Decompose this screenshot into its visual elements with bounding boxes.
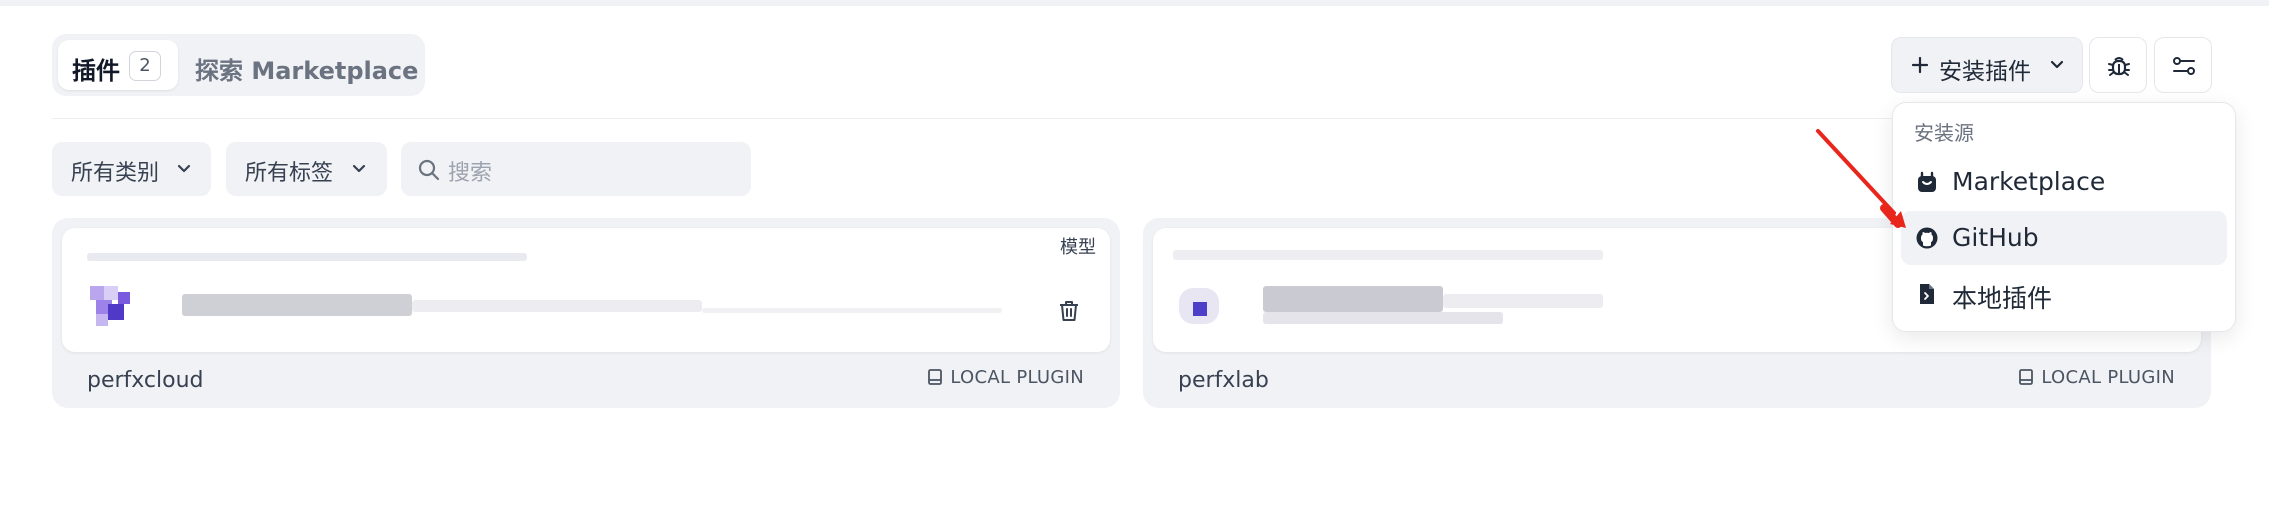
menu-item-github[interactable]: GitHub bbox=[1901, 211, 2227, 265]
search-icon bbox=[418, 159, 440, 181]
plugin-count-badge: 2 bbox=[129, 51, 161, 81]
debug-button[interactable] bbox=[2089, 37, 2147, 93]
divider bbox=[52, 118, 2214, 119]
plugin-icon bbox=[90, 286, 130, 326]
tags-filter[interactable]: 所有标签 bbox=[226, 142, 387, 196]
plugin-card-body[interactable]: 模型 bbox=[62, 228, 1110, 352]
blurred-title bbox=[87, 253, 527, 261]
local-plugin-label: LOCAL PLUGIN bbox=[950, 367, 1084, 388]
menu-item-label: GitHub bbox=[1952, 223, 2039, 252]
menu-item-local[interactable]: 本地插件 bbox=[1901, 267, 2227, 321]
blurred-name bbox=[1263, 286, 1443, 312]
search-placeholder: 搜索 bbox=[448, 161, 493, 186]
plugin-owner: perfxcloud bbox=[87, 368, 204, 393]
tags-filter-label: 所有标签 bbox=[245, 161, 334, 186]
install-source-title: 安装源 bbox=[1914, 121, 1974, 145]
sliders-icon bbox=[2173, 57, 2195, 75]
bug-icon bbox=[2108, 57, 2130, 76]
install-plugin-label: 安装插件 bbox=[1939, 59, 2031, 85]
local-plugin-tag: LOCAL PLUGIN bbox=[927, 367, 1084, 388]
category-filter[interactable]: 所有类别 bbox=[52, 142, 211, 196]
blurred-title bbox=[1173, 250, 1603, 260]
drive-icon bbox=[928, 369, 943, 385]
tab-plugins-label: 插件 bbox=[72, 57, 120, 85]
chevron-down-icon bbox=[352, 164, 366, 173]
menu-item-label: Marketplace bbox=[1952, 167, 2106, 196]
category-tag: 模型 bbox=[1060, 237, 1096, 258]
local-plugin-tag: LOCAL PLUGIN bbox=[2018, 367, 2175, 388]
blurred-text bbox=[1443, 294, 1603, 308]
plugin-card[interactable]: 模型 perfxcloud LOCAL PLUGIN bbox=[52, 218, 1120, 408]
top-strip bbox=[0, 0, 2269, 6]
blurred-text bbox=[412, 300, 702, 312]
install-plugin-button[interactable]: 安装插件 bbox=[1891, 37, 2083, 93]
annotation-arrow bbox=[1816, 129, 1906, 228]
chevron-down-icon bbox=[177, 164, 191, 173]
tab-bar: 插件 2 探索 Marketplace bbox=[52, 34, 425, 96]
install-source-menu: 安装源 Marketplace GitHub 本地插件 bbox=[1892, 102, 2236, 332]
plugin-icon bbox=[1179, 284, 1223, 328]
menu-item-label: 本地插件 bbox=[1952, 284, 2053, 313]
plugin-owner: perfxlab bbox=[1178, 368, 1269, 393]
chevron-down-icon bbox=[2050, 60, 2064, 69]
settings-button[interactable] bbox=[2154, 37, 2212, 93]
category-filter-label: 所有类别 bbox=[71, 161, 160, 186]
plus-icon bbox=[1911, 56, 1929, 74]
tab-marketplace[interactable]: 探索 Marketplace bbox=[195, 51, 418, 86]
local-plugin-label: LOCAL PLUGIN bbox=[2041, 367, 2175, 388]
menu-item-marketplace[interactable]: Marketplace bbox=[1901, 155, 2227, 209]
blurred-text bbox=[1263, 312, 1503, 324]
trash-icon[interactable] bbox=[1056, 298, 1082, 324]
drive-icon bbox=[2019, 369, 2034, 385]
tab-plugins[interactable]: 插件 2 bbox=[58, 40, 178, 90]
blurred-text bbox=[702, 308, 1002, 313]
search-input[interactable]: 搜索 bbox=[401, 142, 751, 196]
blurred-name bbox=[182, 294, 412, 316]
local-file-icon bbox=[1920, 284, 1934, 304]
